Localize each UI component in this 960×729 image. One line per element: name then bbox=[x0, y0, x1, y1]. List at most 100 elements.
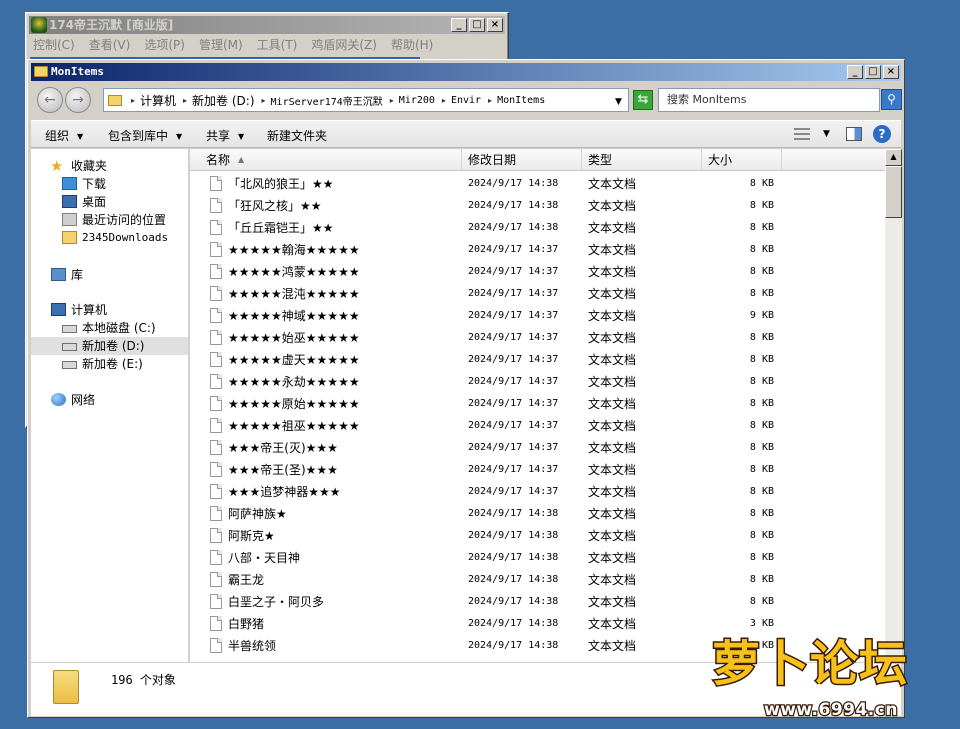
file-row[interactable]: 「狂风之核」★★ 2024/9/17 14:38 文本文档 8 KB bbox=[190, 195, 886, 217]
nav-recent[interactable]: 最近访问的位置 bbox=[31, 211, 188, 229]
explorer-window[interactable]: MonItems _ □ × ← → ▸ 计算机 ▸ 新加卷 (D:) ▸ Mi… bbox=[27, 59, 905, 718]
view-options-icon[interactable] bbox=[794, 128, 810, 140]
file-row[interactable]: 「北风的狼王」★★ 2024/9/17 14:38 文本文档 8 KB bbox=[190, 173, 886, 195]
chevron-down-icon[interactable]: ▼ bbox=[823, 129, 830, 139]
file-row[interactable]: 阿斯克★ 2024/9/17 14:38 文本文档 8 KB bbox=[190, 525, 886, 547]
file-date: 2024/9/17 14:37 bbox=[468, 464, 559, 475]
close-button[interactable]: × bbox=[883, 65, 899, 79]
minimize-button[interactable]: _ bbox=[847, 65, 863, 79]
refresh-button[interactable]: ⇆ bbox=[633, 90, 653, 110]
menu-gateway[interactable]: 鸡盾网关(Z) bbox=[311, 36, 377, 53]
file-row[interactable]: ★★★★★混沌★★★★★ 2024/9/17 14:37 文本文档 8 KB bbox=[190, 283, 886, 305]
text-file-icon bbox=[210, 418, 222, 433]
scroll-thumb[interactable] bbox=[885, 166, 902, 218]
file-row[interactable]: ★★★帝王(灭)★★★ 2024/9/17 14:37 文本文档 8 KB bbox=[190, 437, 886, 459]
background-window-titlebar[interactable]: 174帝王沉默 [商业版] _ □ × bbox=[29, 16, 505, 34]
file-row[interactable]: ★★★追梦神器★★★ 2024/9/17 14:37 文本文档 8 KB bbox=[190, 481, 886, 503]
menu-control[interactable]: 控制(C) bbox=[33, 36, 75, 53]
file-row[interactable]: ★★★帝王(圣)★★★ 2024/9/17 14:37 文本文档 8 KB bbox=[190, 459, 886, 481]
nav-computer[interactable]: 计算机 bbox=[31, 301, 188, 319]
breadcrumb-separator[interactable]: ▸ bbox=[390, 96, 394, 105]
address-dropdown-icon[interactable]: ▼ bbox=[615, 97, 622, 107]
vertical-scrollbar[interactable]: ▲ bbox=[885, 149, 902, 662]
column-date[interactable]: 修改日期 bbox=[462, 149, 582, 171]
breadcrumb-monitems[interactable]: MonItems bbox=[497, 95, 545, 106]
share-button[interactable]: 共享 ▼ bbox=[206, 127, 244, 144]
breadcrumb-computer[interactable]: 计算机 bbox=[140, 92, 176, 109]
file-row[interactable]: ★★★★★翰海★★★★★ 2024/9/17 14:37 文本文档 8 KB bbox=[190, 239, 886, 261]
menu-options[interactable]: 选项(P) bbox=[144, 36, 185, 53]
breadcrumb-separator[interactable]: ▸ bbox=[131, 96, 135, 105]
nav-network[interactable]: 网络 bbox=[31, 391, 188, 409]
file-row[interactable]: ★★★★★永劫★★★★★ 2024/9/17 14:37 文本文档 8 KB bbox=[190, 371, 886, 393]
menu-help[interactable]: 帮助(H) bbox=[391, 36, 433, 53]
column-size[interactable]: 大小 bbox=[702, 149, 782, 171]
forward-button[interactable]: → bbox=[65, 87, 91, 113]
nav-desktop[interactable]: 桌面 bbox=[31, 193, 188, 211]
scroll-up-button[interactable]: ▲ bbox=[885, 149, 902, 166]
file-size: 8 KB bbox=[749, 442, 774, 453]
file-row[interactable]: ★★★★★始巫★★★★★ 2024/9/17 14:37 文本文档 8 KB bbox=[190, 327, 886, 349]
nav-recent-label: 最近访问的位置 bbox=[82, 213, 167, 227]
file-row[interactable]: 阿萨神族★ 2024/9/17 14:38 文本文档 8 KB bbox=[190, 503, 886, 525]
breadcrumb-drive-d[interactable]: 新加卷 (D:) bbox=[192, 92, 254, 109]
breadcrumb-separator[interactable]: ▸ bbox=[262, 96, 266, 105]
nav-local-disk-c[interactable]: 本地磁盘 (C:) bbox=[31, 319, 188, 337]
file-type: 文本文档 bbox=[588, 221, 637, 235]
include-in-library-button[interactable]: 包含到库中 ▼ bbox=[108, 127, 182, 144]
file-date: 2024/9/17 14:37 bbox=[468, 244, 559, 255]
breadcrumb-mirserver[interactable]: MirServer174帝王沉默 bbox=[271, 93, 383, 108]
file-row[interactable]: ★★★★★鸿蒙★★★★★ 2024/9/17 14:37 文本文档 8 KB bbox=[190, 261, 886, 283]
file-row[interactable]: ★★★★★原始★★★★★ 2024/9/17 14:37 文本文档 8 KB bbox=[190, 393, 886, 415]
nav-volume-e[interactable]: 新加卷 (E:) bbox=[31, 355, 188, 373]
breadcrumb-separator[interactable]: ▸ bbox=[488, 96, 492, 105]
nav-libraries[interactable]: 库 bbox=[31, 266, 188, 284]
preview-pane-icon[interactable] bbox=[846, 127, 862, 141]
search-input[interactable]: 搜索 MonItems bbox=[658, 88, 880, 112]
maximize-button[interactable]: □ bbox=[469, 18, 485, 32]
file-name: ★★★★★始巫★★★★★ bbox=[228, 331, 360, 345]
breadcrumb-separator[interactable]: ▸ bbox=[442, 96, 446, 105]
file-row[interactable]: ★★★★★祖巫★★★★★ 2024/9/17 14:37 文本文档 8 KB bbox=[190, 415, 886, 437]
file-row[interactable]: 白垩之子・阿贝多 2024/9/17 14:38 文本文档 8 KB bbox=[190, 591, 886, 613]
back-button[interactable]: ← bbox=[37, 87, 63, 113]
file-name: ★★★★★虚天★★★★★ bbox=[228, 353, 360, 367]
maximize-button[interactable]: □ bbox=[865, 65, 881, 79]
nav-2345downloads[interactable]: 2345Downloads bbox=[31, 229, 188, 247]
new-folder-button[interactable]: 新建文件夹 bbox=[267, 127, 327, 144]
explorer-titlebar[interactable]: MonItems _ □ × bbox=[31, 63, 901, 81]
file-row[interactable]: 「丘丘霜铠王」★★ 2024/9/17 14:38 文本文档 8 KB bbox=[190, 217, 886, 239]
menu-view[interactable]: 查看(V) bbox=[89, 36, 131, 53]
minimize-button[interactable]: _ bbox=[451, 18, 467, 32]
include-library-label: 包含到库中 bbox=[108, 129, 169, 143]
search-button[interactable]: ⚲ bbox=[881, 89, 902, 110]
column-type[interactable]: 类型 bbox=[582, 149, 702, 171]
file-row[interactable]: ★★★★★虚天★★★★★ 2024/9/17 14:37 文本文档 8 KB bbox=[190, 349, 886, 371]
help-icon[interactable]: ? bbox=[873, 125, 891, 143]
file-type: 文本文档 bbox=[588, 419, 637, 433]
nav-favorites[interactable]: ★ 收藏夹 bbox=[31, 157, 188, 175]
file-type: 文本文档 bbox=[588, 551, 637, 565]
downloads-folder-icon bbox=[62, 177, 77, 190]
close-button[interactable]: × bbox=[487, 18, 503, 32]
menu-tools[interactable]: 工具(T) bbox=[257, 36, 298, 53]
file-size: 8 KB bbox=[749, 486, 774, 497]
organize-button[interactable]: 组织 ▼ bbox=[45, 127, 83, 144]
file-row[interactable]: 霸王龙 2024/9/17 14:38 文本文档 8 KB bbox=[190, 569, 886, 591]
file-row[interactable]: ★★★★★神域★★★★★ 2024/9/17 14:37 文本文档 9 KB bbox=[190, 305, 886, 327]
breadcrumb-envir[interactable]: Envir bbox=[451, 95, 481, 106]
breadcrumb-mir200[interactable]: Mir200 bbox=[399, 95, 435, 106]
text-file-icon bbox=[210, 198, 222, 213]
menu-manage[interactable]: 管理(M) bbox=[199, 36, 243, 53]
breadcrumb-separator[interactable]: ▸ bbox=[183, 96, 187, 105]
file-size: 8 KB bbox=[749, 530, 774, 541]
nav-volume-d[interactable]: 新加卷 (D:) bbox=[31, 337, 188, 355]
file-date: 2024/9/17 14:38 bbox=[468, 640, 559, 651]
drive-icon bbox=[62, 361, 77, 369]
file-name: 霸王龙 bbox=[228, 573, 265, 587]
column-header: 名称 ▲ 修改日期 类型 大小 bbox=[190, 149, 886, 171]
address-box[interactable]: ▸ 计算机 ▸ 新加卷 (D:) ▸ MirServer174帝王沉默 ▸ Mi… bbox=[103, 88, 629, 112]
column-name[interactable]: 名称 ▲ bbox=[190, 149, 462, 171]
nav-downloads[interactable]: 下载 bbox=[31, 175, 188, 193]
file-row[interactable]: 八部・天目神 2024/9/17 14:38 文本文档 8 KB bbox=[190, 547, 886, 569]
